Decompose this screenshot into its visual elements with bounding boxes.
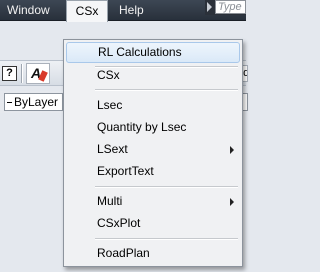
menu-item-csxplot[interactable]: CSxPlot <box>66 213 240 234</box>
csx-dropdown-menu: RL Calculations CSx Lsec Quantity by Lse… <box>63 39 243 267</box>
menu-item-multi[interactable]: Multi <box>66 191 240 212</box>
type-command-input[interactable]: Type <box>215 0 246 14</box>
menu-item-lsec[interactable]: Lsec <box>66 95 240 116</box>
toolbar-separator <box>21 64 23 83</box>
menu-csx[interactable]: CSx <box>66 0 108 22</box>
menu-item-rl-calculations[interactable]: RL Calculations <box>66 42 240 63</box>
menu-item-exporttext[interactable]: ExportText <box>66 161 240 182</box>
menu-separator <box>95 186 238 188</box>
submenu-arrow-icon <box>230 198 234 206</box>
expand-arrow-icon[interactable] <box>207 2 212 12</box>
menu-separator <box>95 238 238 240</box>
menu-item-quantity-by-lsec[interactable]: Quantity by Lsec <box>66 117 240 138</box>
submenu-arrow-icon <box>230 146 234 154</box>
help-icon[interactable]: ? <box>2 66 17 81</box>
text-style-button[interactable]: A <box>26 63 50 84</box>
menu-item-roadplan[interactable]: RoadPlan <box>66 243 240 264</box>
menu-item-csx[interactable]: CSx <box>66 65 240 86</box>
menu-window[interactable]: Window <box>0 0 57 21</box>
linetype-swatch-icon <box>7 102 12 103</box>
layer-value: ByLayer <box>14 95 59 109</box>
menu-item-label: Multi <box>97 194 123 208</box>
menu-separator <box>95 89 238 91</box>
layer-dropdown[interactable]: ByLayer <box>4 93 63 111</box>
menu-item-lsext[interactable]: LSext <box>66 139 240 160</box>
menu-help[interactable]: Help <box>112 0 151 21</box>
menu-item-label: LSext <box>97 142 128 156</box>
